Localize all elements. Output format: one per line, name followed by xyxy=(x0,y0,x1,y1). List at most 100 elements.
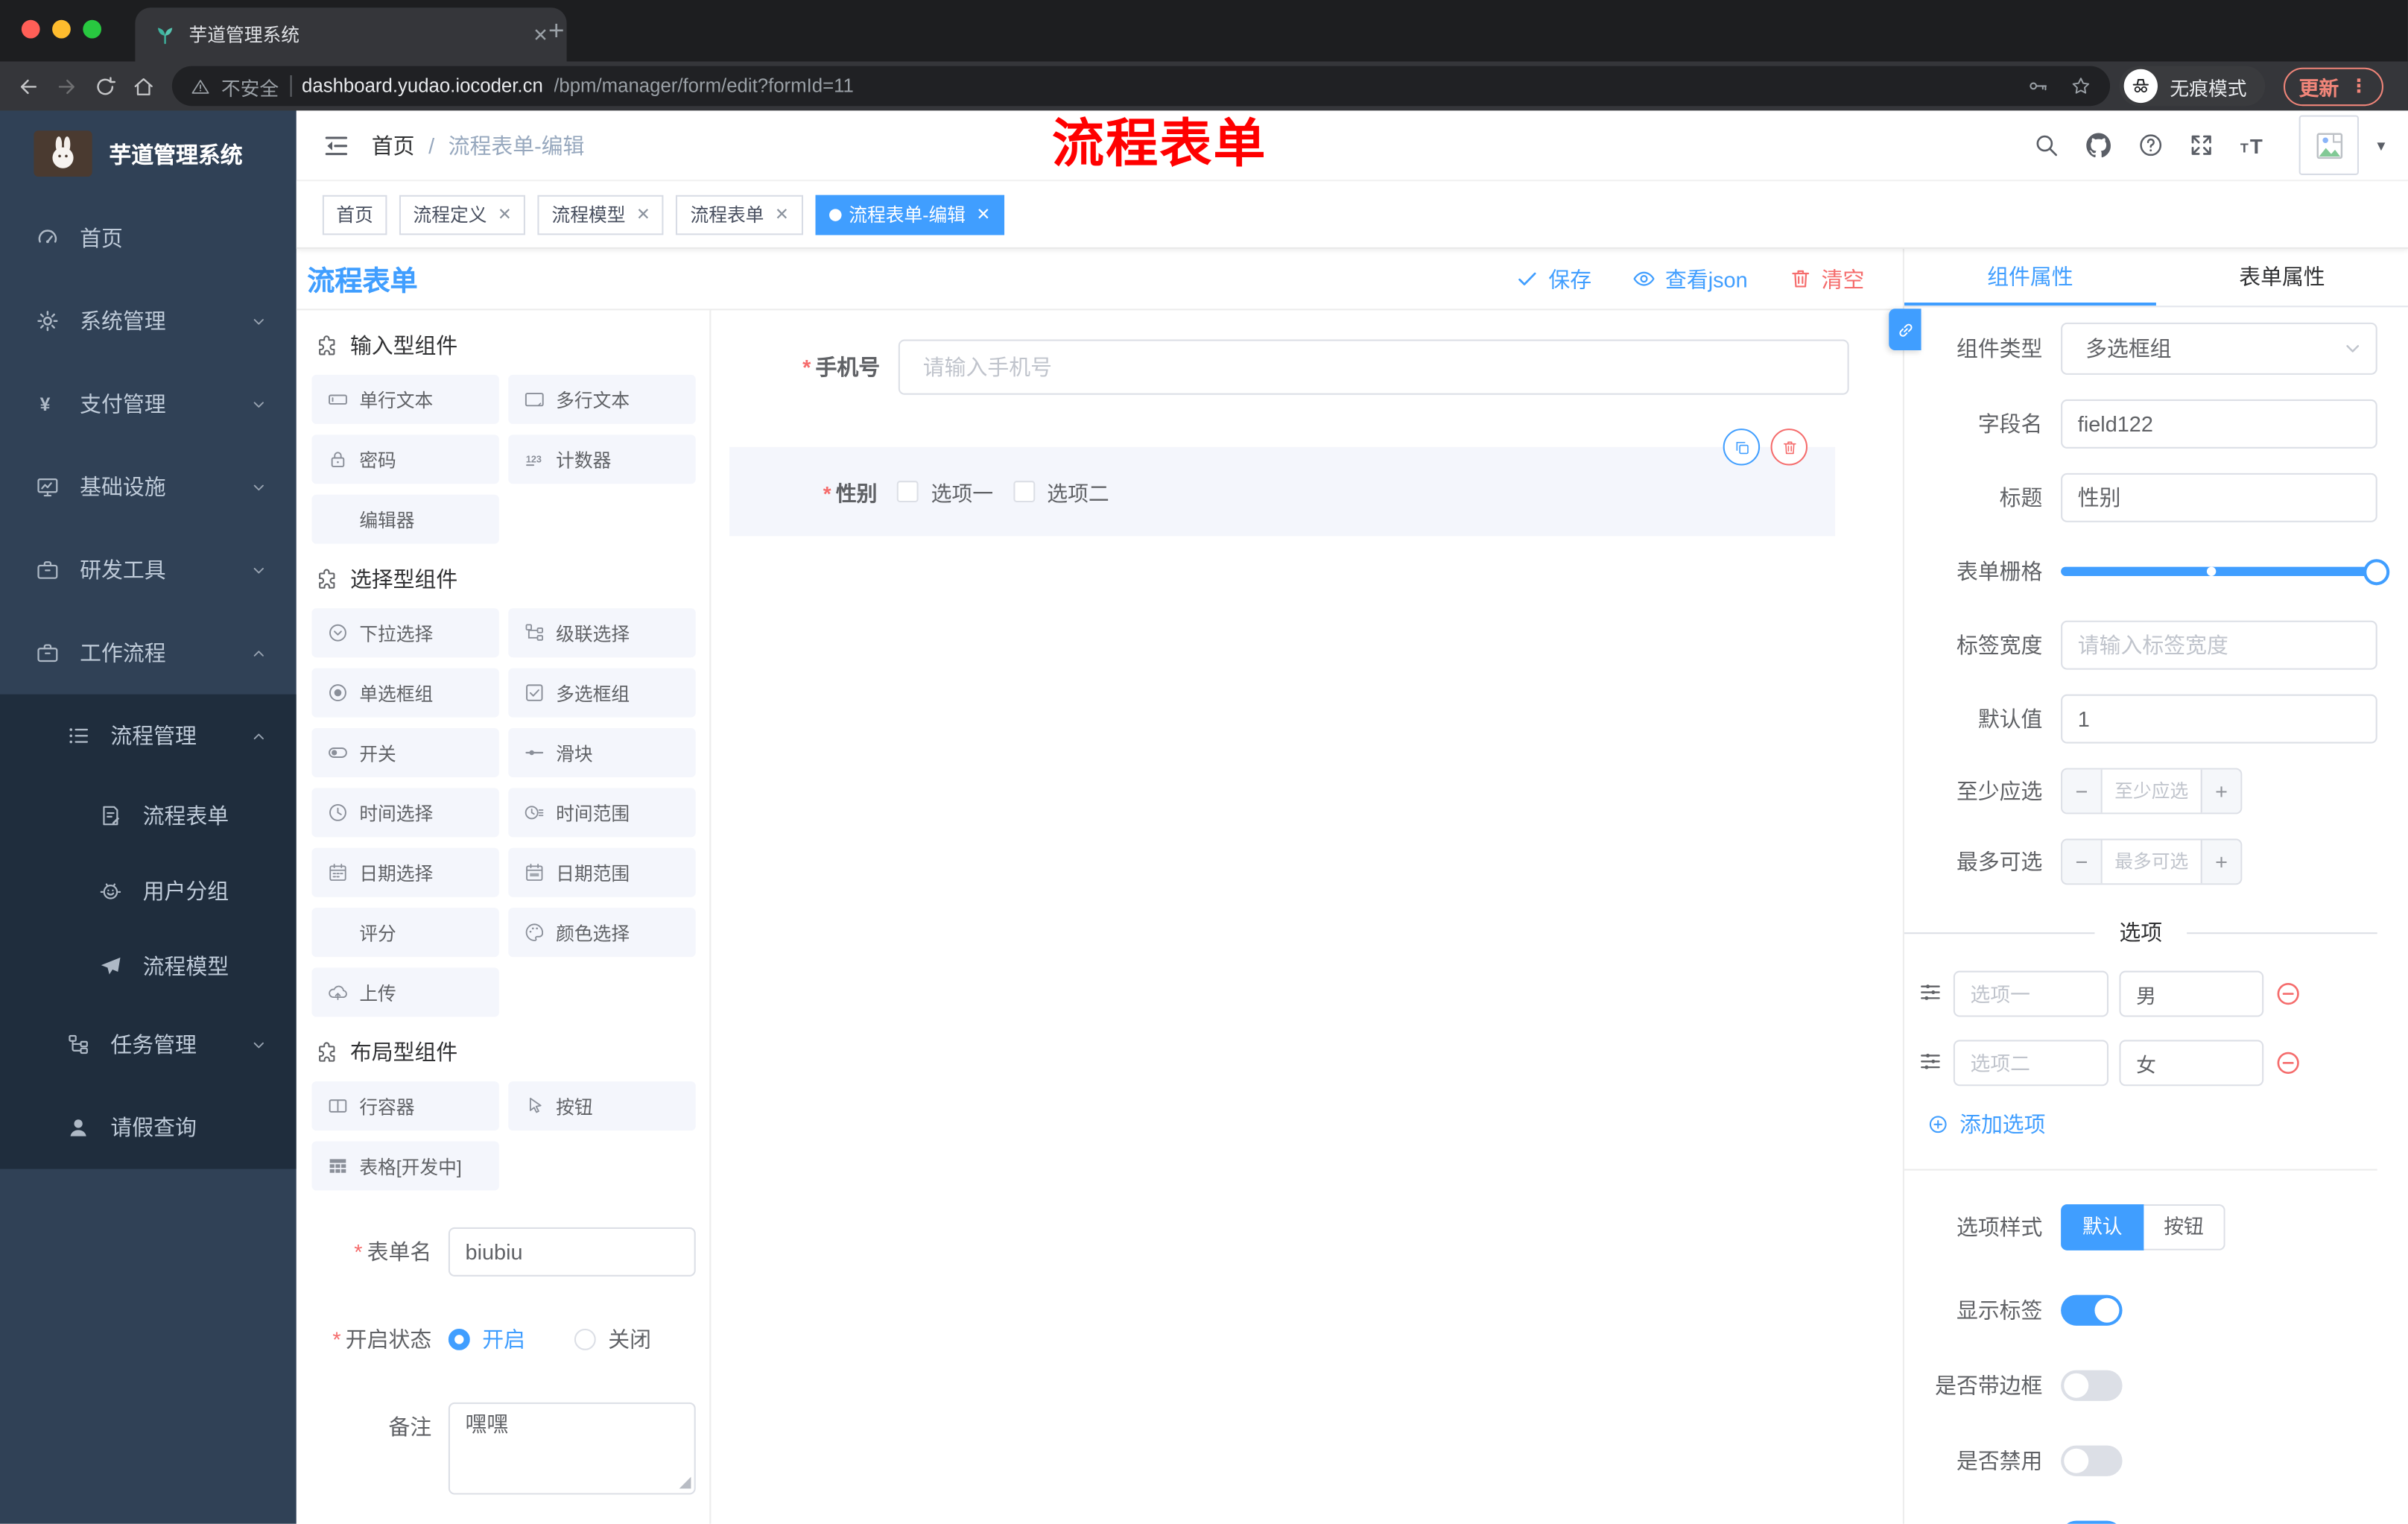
link-dock-tab[interactable] xyxy=(1889,309,1921,350)
sidebar-item-任务管理[interactable]: 任务管理 xyxy=(0,1003,297,1086)
label-width-input[interactable] xyxy=(2061,620,2377,670)
tab-form-props[interactable]: 表单属性 xyxy=(2156,249,2408,306)
tab-component-props[interactable]: 组件属性 xyxy=(1904,249,2156,306)
sidebar-item-流程管理[interactable]: 流程管理 xyxy=(0,695,297,777)
tag-chip-流程定义[interactable]: 流程定义 ✕ xyxy=(399,194,526,235)
palette-item-多选框组[interactable]: 多选框组 xyxy=(508,668,696,718)
duplicate-component-button[interactable] xyxy=(1723,429,1761,466)
avatar[interactable] xyxy=(2298,115,2360,175)
palette-item-编辑器[interactable]: 编辑器 xyxy=(311,494,499,544)
sidebar-item-支付管理[interactable]: 支付管理 xyxy=(0,362,297,445)
sidebar-item-首页[interactable]: 首页 xyxy=(0,197,297,279)
palette-item-时间选择[interactable]: 时间选择 xyxy=(311,788,499,838)
window-zoom-button[interactable] xyxy=(83,19,102,39)
sidebar-item-用户分组[interactable]: 用户分组 xyxy=(0,853,297,928)
palette-item-评分[interactable]: 评分 xyxy=(311,908,499,958)
max-select-input[interactable] xyxy=(2102,840,2201,884)
sidebar-item-请假查询[interactable]: 请假查询 xyxy=(0,1086,297,1169)
key-icon[interactable] xyxy=(2027,75,2049,97)
font-size-icon[interactable] xyxy=(2239,130,2268,159)
palette-item-表格[开发中][interactable]: 表格[开发中] xyxy=(311,1141,499,1191)
field-name-input[interactable] xyxy=(2061,399,2377,449)
gender-option-2[interactable]: 选项二 xyxy=(1013,476,1109,507)
toggle-switch-显示标签[interactable] xyxy=(2061,1294,2123,1326)
slider-track[interactable] xyxy=(2061,566,2377,576)
palette-item-多行文本[interactable]: 多行文本 xyxy=(508,374,696,424)
sidebar-toggle-icon[interactable] xyxy=(318,127,355,163)
sidebar-item-流程模型[interactable]: 流程模型 xyxy=(0,928,297,1003)
phone-field-row[interactable]: * 手机号 请输入手机号 xyxy=(729,339,1849,395)
not-secure-warning-icon[interactable] xyxy=(191,76,211,96)
toggle-switch-是否必填[interactable] xyxy=(2061,1520,2123,1524)
browser-tab[interactable]: 芋道管理系统 ✕ xyxy=(135,7,567,62)
stepper-plus-button[interactable]: + xyxy=(2200,840,2241,884)
breadcrumb-home[interactable]: 首页 xyxy=(372,130,415,160)
status-on-radio[interactable] xyxy=(448,1328,470,1350)
title-input[interactable] xyxy=(2061,472,2377,522)
stepper-minus-button[interactable]: − xyxy=(2062,769,2103,813)
forward-icon[interactable] xyxy=(48,67,86,106)
option-label-input[interactable] xyxy=(1953,1040,2109,1087)
tag-close-icon[interactable]: ✕ xyxy=(976,204,990,224)
checkbox-icon[interactable] xyxy=(1013,481,1035,503)
form-canvas[interactable]: * 手机号 请输入手机号 * 性别 选项一 选项二 xyxy=(711,310,1902,1523)
delete-component-button[interactable] xyxy=(1770,429,1808,466)
tag-chip-流程表单-编辑[interactable]: 流程表单-编辑 ✕ xyxy=(814,194,1004,235)
help-icon[interactable] xyxy=(2138,132,2164,158)
option-style-button-button[interactable]: 按钮 xyxy=(2144,1204,2225,1250)
tag-chip-首页[interactable]: 首页 xyxy=(322,194,387,235)
stepper-plus-button[interactable]: + xyxy=(2200,769,2241,813)
form-name-input[interactable] xyxy=(448,1227,696,1277)
tag-close-icon[interactable]: ✕ xyxy=(498,204,512,224)
palette-item-开关[interactable]: 开关 xyxy=(311,728,499,777)
palette-item-按钮[interactable]: 按钮 xyxy=(508,1081,696,1131)
fullscreen-icon[interactable] xyxy=(2188,132,2214,158)
palette-item-单选框组[interactable]: 单选框组 xyxy=(311,668,499,718)
palette-item-上传[interactable]: 上传 xyxy=(311,967,499,1017)
option-label-input[interactable] xyxy=(1953,970,2109,1017)
sidebar-item-系统管理[interactable]: 系统管理 xyxy=(0,279,297,362)
clear-button[interactable]: 清空 xyxy=(1789,263,1864,294)
textarea-resize-handle[interactable]: ◢ xyxy=(679,1475,691,1492)
palette-item-行容器[interactable]: 行容器 xyxy=(311,1081,499,1131)
kebab-menu-icon[interactable]: ⋮ xyxy=(2350,75,2369,97)
tag-chip-流程模型[interactable]: 流程模型 ✕ xyxy=(537,194,665,235)
status-on-label[interactable]: 开启 xyxy=(482,1324,525,1355)
min-select-input[interactable] xyxy=(2102,769,2201,813)
palette-item-级联选择[interactable]: 级联选择 xyxy=(508,608,696,658)
window-minimize-button[interactable] xyxy=(52,19,71,39)
option-value-input[interactable] xyxy=(2119,1040,2264,1087)
palette-item-下拉选择[interactable]: 下拉选择 xyxy=(311,608,499,658)
remove-option-button[interactable] xyxy=(2275,1049,2302,1077)
stepper-minus-button[interactable]: − xyxy=(2062,840,2103,884)
reload-icon[interactable] xyxy=(86,67,124,106)
tab-close-icon[interactable]: ✕ xyxy=(533,24,548,45)
palette-item-日期选择[interactable]: 日期选择 xyxy=(311,847,499,897)
sidebar-item-研发工具[interactable]: 研发工具 xyxy=(0,528,297,611)
search-icon[interactable] xyxy=(2033,132,2059,158)
slider-handle[interactable] xyxy=(2363,559,2390,586)
window-close-button[interactable] xyxy=(21,19,40,39)
sidebar-item-工作流程[interactable]: 工作流程 xyxy=(0,611,297,694)
palette-item-滑块[interactable]: 滑块 xyxy=(508,728,696,777)
palette-item-颜色选择[interactable]: 颜色选择 xyxy=(508,908,696,958)
form-remark-textarea[interactable]: 嘿嘿 xyxy=(448,1402,696,1495)
remove-option-button[interactable] xyxy=(2275,980,2302,1008)
sidebar-item-流程表单[interactable]: 流程表单 xyxy=(0,777,297,853)
browser-update-button[interactable]: 更新 ⋮ xyxy=(2283,66,2383,106)
tag-close-icon[interactable]: ✕ xyxy=(636,204,650,224)
palette-item-计数器[interactable]: 计数器 xyxy=(508,434,696,484)
status-off-label[interactable]: 关闭 xyxy=(608,1324,651,1355)
toggle-switch-是否禁用[interactable] xyxy=(2061,1445,2123,1476)
checkbox-icon[interactable] xyxy=(897,481,919,503)
component-type-select[interactable]: 多选框组 xyxy=(2061,322,2377,375)
status-off-radio[interactable] xyxy=(574,1328,596,1350)
home-icon[interactable] xyxy=(124,67,163,106)
back-icon[interactable] xyxy=(9,67,48,106)
palette-item-时间范围[interactable]: 时间范围 xyxy=(508,788,696,838)
phone-field-input[interactable]: 请输入手机号 xyxy=(898,339,1849,395)
palette-item-日期范围[interactable]: 日期范围 xyxy=(508,847,696,897)
option-style-default-button[interactable]: 默认 xyxy=(2061,1204,2144,1250)
bookmark-star-icon[interactable] xyxy=(2070,75,2091,97)
add-option-button[interactable]: 添加选项 xyxy=(1927,1109,2377,1139)
